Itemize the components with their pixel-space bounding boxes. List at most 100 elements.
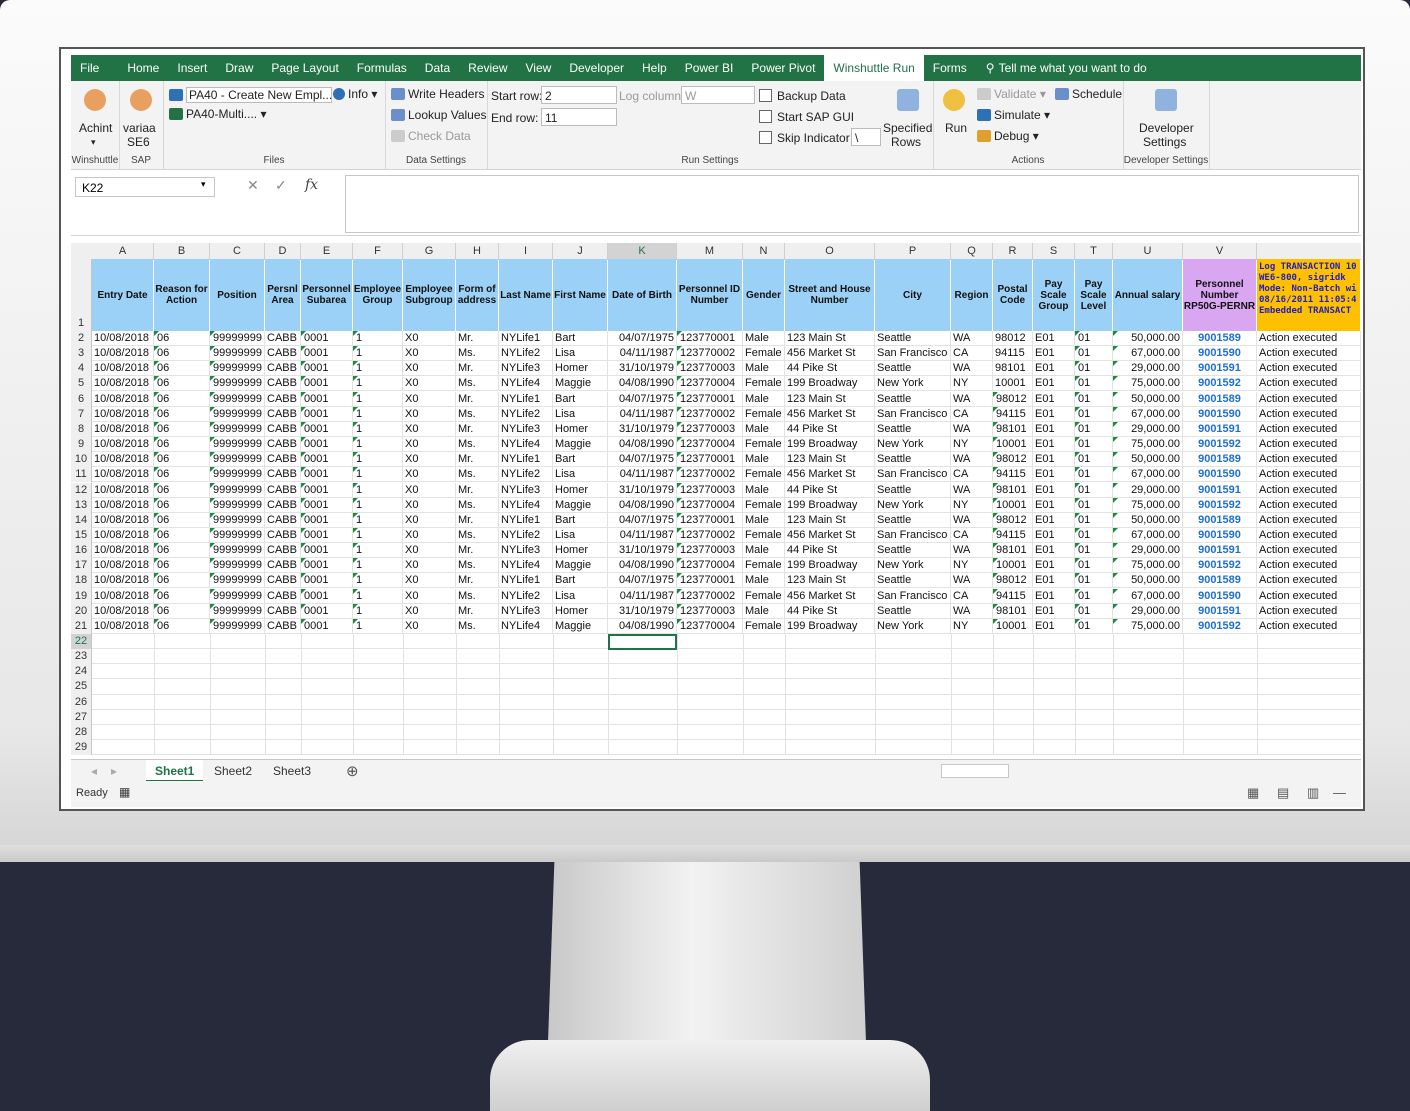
debug-button[interactable]: Debug ▾ (977, 129, 1039, 143)
table-cell[interactable]: NYLife2 (499, 588, 553, 604)
table-cell[interactable]: Mr. (456, 452, 499, 468)
table-cell[interactable]: 06 (154, 558, 210, 574)
table-cell[interactable]: Mr. (456, 331, 499, 346)
table-cell[interactable]: X0 (403, 497, 456, 513)
table-cell[interactable]: Seattle (875, 452, 951, 468)
column-header-s[interactable]: S (1033, 243, 1075, 259)
column-header-k[interactable]: K (608, 243, 677, 259)
table-cell[interactable]: X0 (403, 573, 456, 589)
table-cell[interactable]: X0 (403, 346, 456, 362)
table-cell[interactable]: 04/08/1990 (608, 497, 677, 513)
table-cell[interactable]: 98101 (993, 482, 1033, 498)
table-cell[interactable]: CABB (265, 421, 301, 437)
end-row-input[interactable]: 11 (541, 108, 617, 126)
table-cell[interactable]: 06 (154, 437, 210, 453)
table-cell[interactable]: 01 (1075, 482, 1113, 498)
table-cell[interactable]: X0 (403, 361, 456, 377)
table-cell[interactable]: NYLife2 (499, 467, 553, 483)
table-cell[interactable]: 123770002 (677, 406, 743, 422)
header-cell[interactable]: Personnel ID Number (677, 259, 742, 331)
table-cell[interactable]: New York (875, 376, 951, 392)
table-cell[interactable]: CA (951, 406, 993, 422)
table-cell[interactable]: 9001590 (1183, 588, 1257, 604)
table-cell[interactable]: Mr. (456, 543, 499, 559)
table-cell[interactable]: Bart (553, 391, 608, 407)
table-cell[interactable]: 1 (353, 361, 403, 377)
header-cell[interactable]: Region (951, 259, 992, 331)
tab-draw[interactable]: Draw (216, 55, 262, 81)
table-cell[interactable]: 01 (1075, 603, 1113, 619)
table-cell[interactable]: CABB (265, 467, 301, 483)
header-cell[interactable]: Personnel Number RP50G-PERNR (1183, 259, 1256, 331)
table-cell[interactable]: WA (951, 331, 993, 346)
tab-power-pivot[interactable]: Power Pivot (742, 55, 824, 81)
table-cell[interactable]: 123770003 (677, 603, 743, 619)
table-cell[interactable]: 123770004 (677, 618, 743, 634)
table-cell[interactable]: 94115 (993, 527, 1033, 543)
table-cell[interactable]: 0001 (301, 376, 353, 392)
table-cell[interactable]: 10/08/2018 (92, 512, 154, 528)
table-cell[interactable]: X0 (403, 543, 456, 559)
achint-button[interactable]: Achint (79, 121, 112, 135)
table-cell[interactable]: 01 (1075, 527, 1113, 543)
table-cell[interactable]: 99999999 (210, 527, 265, 543)
table-cell[interactable]: New York (875, 497, 951, 513)
table-cell[interactable]: CABB (265, 331, 301, 346)
table-cell[interactable]: 31/10/1979 (608, 421, 677, 437)
table-cell[interactable]: 1 (353, 376, 403, 392)
sap-system-button[interactable]: variaa (123, 121, 156, 135)
row-header[interactable]: 12 (71, 482, 92, 498)
table-cell[interactable]: 123770002 (677, 527, 743, 543)
table-cell[interactable]: NY (951, 497, 993, 513)
table-cell[interactable]: CABB (265, 588, 301, 604)
table-cell[interactable]: 9001591 (1183, 482, 1257, 498)
table-cell[interactable]: Female (743, 406, 785, 422)
table-cell[interactable]: 29,000.00 (1113, 482, 1183, 498)
row-header[interactable]: 21 (71, 618, 92, 634)
table-cell[interactable]: 9001591 (1183, 361, 1257, 377)
table-cell[interactable]: Action executed (1257, 346, 1361, 362)
table-cell[interactable]: Action executed (1257, 361, 1361, 377)
table-cell[interactable]: NYLife4 (499, 437, 553, 453)
table-cell[interactable]: Action executed (1257, 588, 1361, 604)
table-cell[interactable]: CA (951, 467, 993, 483)
normal-view-icon[interactable]: ▦ (1247, 785, 1259, 801)
table-cell[interactable]: E01 (1033, 558, 1075, 574)
table-cell[interactable]: 9001591 (1183, 543, 1257, 559)
table-cell[interactable]: CABB (265, 497, 301, 513)
name-box[interactable]: K22 (75, 177, 215, 197)
table-cell[interactable]: 0001 (301, 497, 353, 513)
table-cell[interactable]: 99999999 (210, 497, 265, 513)
table-cell[interactable]: 1 (353, 331, 403, 346)
table-cell[interactable]: Action executed (1257, 512, 1361, 528)
table-cell[interactable]: 01 (1075, 437, 1113, 453)
table-cell[interactable]: 99999999 (210, 391, 265, 407)
table-cell[interactable]: E01 (1033, 588, 1075, 604)
empty-row[interactable] (92, 648, 1361, 650)
table-cell[interactable]: Seattle (875, 512, 951, 528)
table-cell[interactable]: 01 (1075, 331, 1113, 346)
header-cell[interactable]: Annual salary (1113, 259, 1182, 331)
table-cell[interactable]: Action executed (1257, 558, 1361, 574)
table-cell[interactable]: 01 (1075, 391, 1113, 407)
table-cell[interactable]: CABB (265, 512, 301, 528)
table-cell[interactable]: 99999999 (210, 421, 265, 437)
table-cell[interactable]: 9001589 (1183, 452, 1257, 468)
table-cell[interactable]: E01 (1033, 421, 1075, 437)
row-header[interactable]: 2 (71, 331, 92, 347)
table-cell[interactable]: 123770003 (677, 361, 743, 377)
table-cell[interactable]: CA (951, 527, 993, 543)
table-cell[interactable]: Ms. (456, 588, 499, 604)
table-cell[interactable]: 75,000.00 (1113, 558, 1183, 574)
header-cell[interactable]: Date of Birth (608, 259, 676, 331)
formula-input[interactable] (345, 175, 1359, 233)
table-cell[interactable]: 98012 (993, 452, 1033, 468)
table-cell[interactable]: Seattle (875, 573, 951, 589)
table-cell[interactable]: New York (875, 558, 951, 574)
table-cell[interactable]: 456 Market St (785, 406, 875, 422)
start-row-input[interactable]: 2 (541, 86, 617, 104)
table-cell[interactable]: WA (951, 421, 993, 437)
table-cell[interactable]: 04/07/1975 (608, 452, 677, 468)
table-cell[interactable]: 10/08/2018 (92, 361, 154, 377)
table-cell[interactable]: 99999999 (210, 467, 265, 483)
